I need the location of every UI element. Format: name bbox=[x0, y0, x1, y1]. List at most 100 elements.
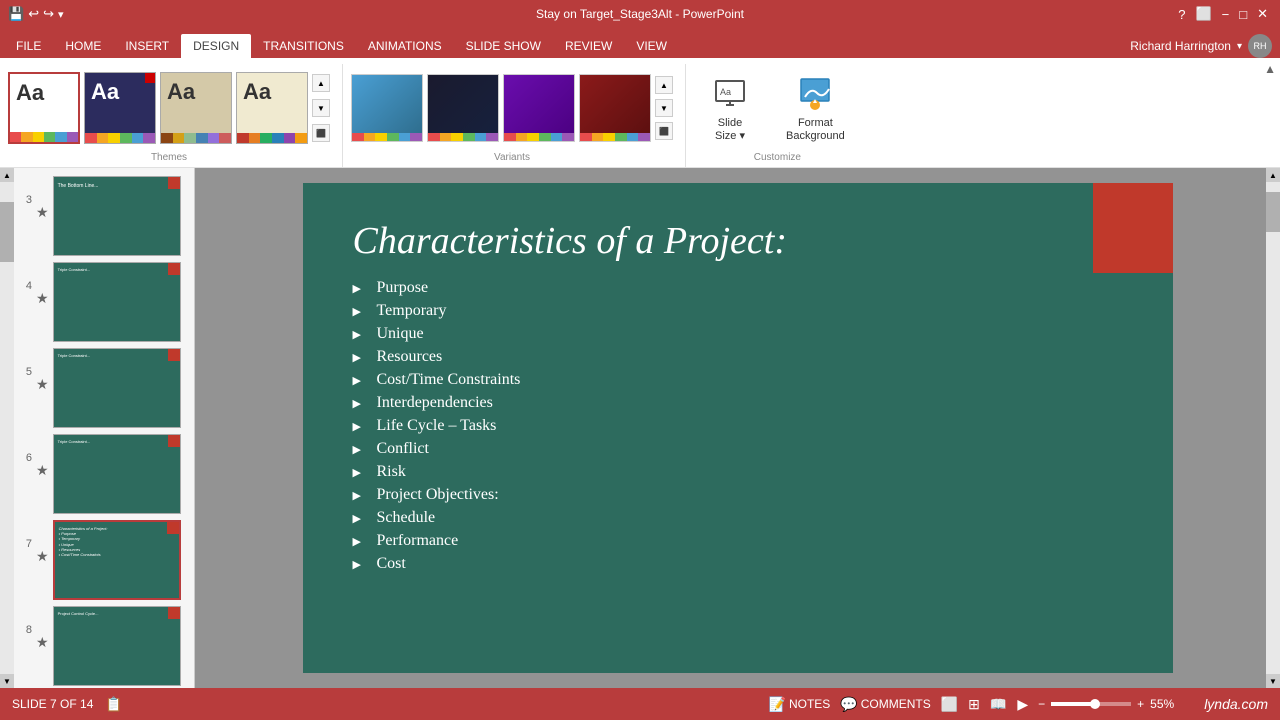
slide-star-8: ★ bbox=[36, 606, 49, 651]
help-icon[interactable]: ? bbox=[1174, 7, 1189, 22]
themes-scroll-up[interactable]: ▲ bbox=[312, 74, 330, 92]
zoom-bar[interactable] bbox=[1051, 702, 1131, 706]
theme-tile-3[interactable]: Aa bbox=[160, 72, 232, 144]
tab-insert[interactable]: INSERT bbox=[113, 34, 181, 58]
theme-tile-1[interactable]: Aa bbox=[8, 72, 80, 144]
slide-number-7: 7 bbox=[18, 520, 32, 550]
customize-quick-access-icon[interactable]: ▾ bbox=[58, 8, 64, 21]
slide-size-label: SlideSize ▾ bbox=[715, 117, 745, 143]
slide-panel-scroll-up[interactable]: ▲ bbox=[0, 168, 14, 182]
status-bar: SLIDE 7 OF 14 📋 📝 NOTES 💬 COMMENTS ⬜ ⊞ 📖… bbox=[0, 688, 1280, 720]
bullet-cost-time: ▶ Cost/Time Constraints bbox=[353, 371, 1123, 389]
redo-icon[interactable]: ↪ bbox=[43, 6, 54, 22]
theme-tile-4[interactable]: Aa bbox=[236, 72, 308, 144]
customize-group-label: Customize bbox=[702, 152, 853, 167]
slide-number-4: 4 bbox=[18, 262, 32, 292]
comments-button[interactable]: 💬 COMMENTS bbox=[840, 696, 930, 713]
slide-thumb-6[interactable]: Triple Constraint... bbox=[53, 434, 181, 514]
slide-star-5: ★ bbox=[36, 348, 49, 393]
collapse-ribbon-button[interactable]: ▲ bbox=[1264, 62, 1276, 76]
customize-group: Aa SlideSize ▾ FormatBackground bbox=[694, 64, 861, 167]
slide-thumb-7[interactable]: Characteristics of a Project:• Purpose• … bbox=[53, 520, 181, 600]
svg-text:Aa: Aa bbox=[720, 87, 731, 97]
tab-file[interactable]: FILE bbox=[4, 34, 53, 58]
slide-item-3[interactable]: 3 ★ The Bottom Line... bbox=[18, 176, 190, 256]
variants-scroll-down[interactable]: ▼ bbox=[655, 99, 673, 117]
tab-slideshow[interactable]: SLIDE SHOW bbox=[454, 34, 553, 58]
bullet-resources: ▶ Resources bbox=[353, 348, 1123, 366]
variants-scroll-up[interactable]: ▲ bbox=[655, 76, 673, 94]
slide-info: SLIDE 7 OF 14 bbox=[12, 697, 93, 711]
slide-item-4[interactable]: 4 ★ Triple Constraint... bbox=[18, 262, 190, 342]
bullet-schedule: ▶ Schedule bbox=[353, 509, 1123, 527]
slide-number-6: 6 bbox=[18, 434, 32, 464]
canvas-vscroll: ▲ ▼ bbox=[1266, 168, 1280, 688]
user-area[interactable]: Richard Harrington ▾ RH bbox=[1122, 34, 1280, 58]
notes-button[interactable]: 📝 NOTES bbox=[769, 696, 831, 713]
slide-item-7[interactable]: 7 ★ Characteristics of a Project:• Purpo… bbox=[18, 520, 190, 600]
slide-item-6[interactable]: 6 ★ Triple Constraint... bbox=[18, 434, 190, 514]
maximize-icon[interactable]: □ bbox=[1235, 7, 1251, 22]
bullet-lifecycle: ▶ Life Cycle – Tasks bbox=[353, 417, 1123, 435]
slide-thumb-4[interactable]: Triple Constraint... bbox=[53, 262, 181, 342]
variant-3[interactable] bbox=[503, 74, 575, 142]
tab-view[interactable]: VIEW bbox=[624, 34, 679, 58]
window-title: Stay on Target_Stage3Alt - PowerPoint bbox=[536, 7, 744, 21]
variant-2[interactable] bbox=[427, 74, 499, 142]
tab-design[interactable]: DESIGN bbox=[181, 34, 251, 58]
reading-view-icon[interactable]: 📖 bbox=[990, 696, 1007, 713]
zoom-control[interactable]: − + 55% bbox=[1038, 697, 1174, 711]
zoom-level[interactable]: 55% bbox=[1150, 697, 1174, 711]
lynda-watermark: lynda.com bbox=[1204, 696, 1268, 712]
zoom-plus[interactable]: + bbox=[1137, 697, 1144, 711]
tab-animations[interactable]: ANIMATIONS bbox=[356, 34, 454, 58]
slide-sorter-icon[interactable]: ⊞ bbox=[968, 696, 980, 713]
format-background-button[interactable]: FormatBackground bbox=[778, 69, 853, 147]
slide-size-button[interactable]: Aa SlideSize ▾ bbox=[702, 69, 758, 147]
slideshow-icon[interactable]: ▶ bbox=[1017, 696, 1028, 713]
slide-item-5[interactable]: 5 ★ Triple Constraint... bbox=[18, 348, 190, 428]
format-background-label: FormatBackground bbox=[786, 117, 845, 143]
variants-scroll-more[interactable]: ⬛ bbox=[655, 122, 673, 140]
variants-group: ▲ ▼ ⬛ Variants bbox=[351, 64, 686, 167]
tab-review[interactable]: REVIEW bbox=[553, 34, 624, 58]
canvas-scroll-up[interactable]: ▲ bbox=[1266, 168, 1280, 182]
slide-number-8: 8 bbox=[18, 606, 32, 636]
normal-view-icon[interactable]: ⬜ bbox=[941, 696, 958, 713]
bullet-project-objectives: ▶ Project Objectives: bbox=[353, 486, 1123, 504]
main-slide[interactable]: Characteristics of a Project: ▶ Purpose … bbox=[303, 183, 1173, 673]
tab-transitions[interactable]: TRANSITIONS bbox=[251, 34, 356, 58]
zoom-bar-fill bbox=[1051, 702, 1095, 706]
slide-thumb-3[interactable]: The Bottom Line... bbox=[53, 176, 181, 256]
undo-icon[interactable]: ↩ bbox=[28, 6, 39, 22]
bullet-conflict: ▶ Conflict bbox=[353, 440, 1123, 458]
bullet-performance: ▶ Performance bbox=[353, 532, 1123, 550]
slide-notes-toggle-icon[interactable]: 📋 bbox=[105, 696, 122, 713]
user-avatar: RH bbox=[1248, 34, 1272, 58]
bullet-unique: ▶ Unique bbox=[353, 325, 1123, 343]
zoom-minus[interactable]: − bbox=[1038, 697, 1045, 711]
canvas-scroll-down[interactable]: ▼ bbox=[1266, 674, 1280, 688]
slide-thumb-5[interactable]: Triple Constraint... bbox=[53, 348, 181, 428]
save-icon[interactable]: 💾 bbox=[8, 6, 24, 22]
minimize-icon[interactable]: − bbox=[1218, 7, 1234, 22]
variant-1[interactable] bbox=[351, 74, 423, 142]
slide-panel-scroll-down[interactable]: ▼ bbox=[0, 674, 14, 688]
bullet-cost: ▶ Cost bbox=[353, 555, 1123, 573]
variant-4[interactable] bbox=[579, 74, 651, 142]
slide-thumb-8[interactable]: Project Control Cycle... bbox=[53, 606, 181, 686]
close-icon[interactable]: ✕ bbox=[1253, 6, 1272, 22]
zoom-handle[interactable] bbox=[1090, 699, 1100, 709]
slide-star-3: ★ bbox=[36, 176, 49, 221]
tab-home[interactable]: HOME bbox=[53, 34, 113, 58]
restore-down-icon[interactable]: ⬜ bbox=[1191, 6, 1215, 22]
themes-scroll-more[interactable]: ⬛ bbox=[312, 124, 330, 142]
theme-tile-2[interactable]: Aa bbox=[84, 72, 156, 144]
slide-content: ▶ Purpose ▶ Temporary ▶ Unique ▶ Resourc… bbox=[303, 279, 1173, 573]
bullet-interdependencies: ▶ Interdependencies bbox=[353, 394, 1123, 412]
slide-item-8[interactable]: 8 ★ Project Control Cycle... bbox=[18, 606, 190, 686]
user-dropdown-icon[interactable]: ▾ bbox=[1237, 41, 1242, 52]
slide-panel-scroll-track bbox=[0, 182, 14, 674]
themes-scroll-down[interactable]: ▼ bbox=[312, 99, 330, 117]
status-right: 📝 NOTES 💬 COMMENTS ⬜ ⊞ 📖 ▶ − + 55% lynda… bbox=[769, 696, 1268, 713]
